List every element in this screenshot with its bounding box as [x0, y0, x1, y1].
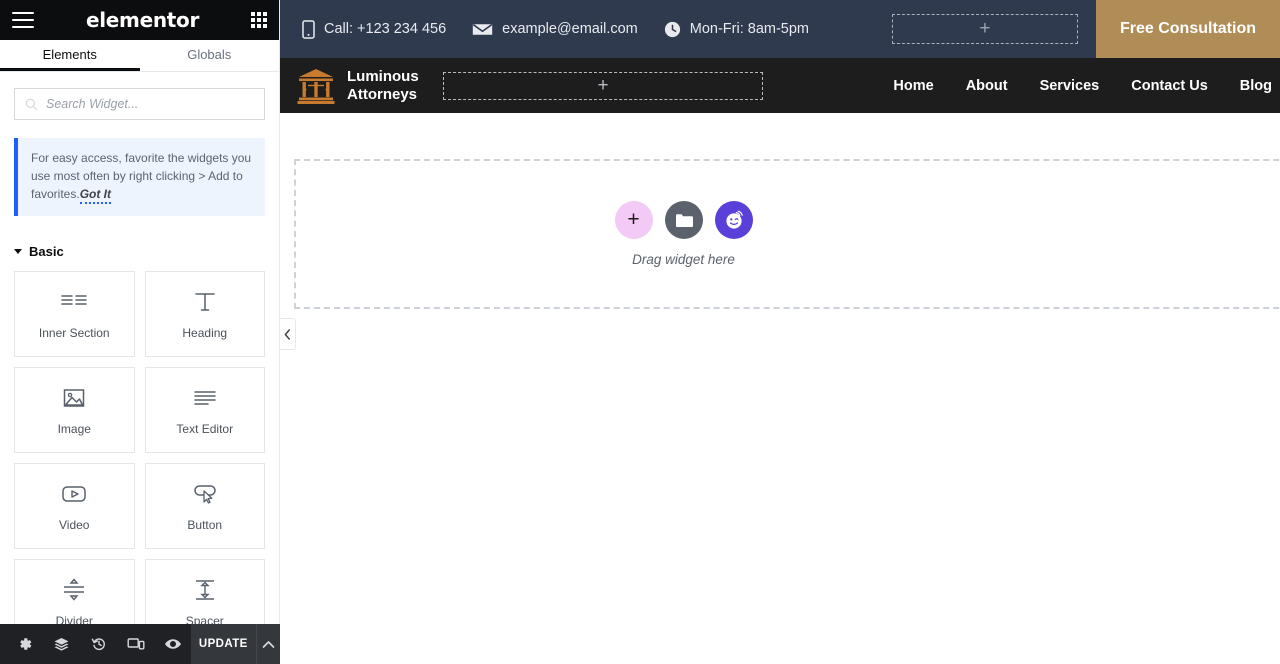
dropzone-label: Drag widget here	[632, 252, 735, 267]
envelope-icon	[472, 23, 493, 35]
search-input[interactable]	[46, 97, 254, 111]
footer-icon-group	[0, 624, 191, 664]
site-brand[interactable]: Luminous Attorneys	[296, 66, 421, 106]
spacer-icon	[191, 576, 219, 604]
courthouse-scales-icon	[297, 68, 335, 104]
widget-text-editor[interactable]: Text Editor	[144, 367, 265, 453]
elementor-editor: elementor Elements Globals For easy acce…	[0, 0, 1280, 664]
widget-video[interactable]: Video	[14, 463, 135, 549]
plus-icon: +	[627, 208, 640, 231]
canvas-content-area: + Drag widget here	[280, 113, 1280, 309]
panel-body: For easy access, favorite the widgets yo…	[0, 72, 279, 664]
contact-phone[interactable]: Call: +123 234 456	[302, 19, 447, 39]
nav-item-blog[interactable]: Blog	[1240, 78, 1272, 94]
topbar-empty-column[interactable]: +	[891, 14, 1078, 44]
history-icon[interactable]	[80, 624, 117, 664]
divider-icon	[60, 576, 88, 604]
nav-item-about[interactable]: About	[966, 78, 1008, 94]
image-icon	[61, 384, 87, 412]
category-basic-label: Basic	[29, 244, 64, 259]
widget-label: Video	[59, 518, 90, 532]
heading-icon	[192, 288, 218, 316]
widget-grid: Inner Section Heading Image Text Editor …	[14, 271, 265, 645]
plus-icon: +	[597, 74, 609, 96]
primary-navigation: Home About Services Contact Us Blog	[893, 78, 1280, 94]
free-consultation-button[interactable]: Free Consultation	[1095, 0, 1280, 58]
brand-name: Luminous Attorneys	[347, 68, 421, 104]
nav-item-contact-us[interactable]: Contact Us	[1131, 78, 1208, 94]
widget-image[interactable]: Image	[14, 367, 135, 453]
brand-line-1: Luminous	[347, 67, 419, 85]
site-navbar: Luminous Attorneys + Home About Services…	[280, 58, 1280, 113]
update-button[interactable]: UPDATE	[191, 624, 256, 664]
template-library-button[interactable]	[664, 201, 703, 239]
elementor-logo: elementor	[85, 8, 200, 32]
video-icon	[60, 480, 88, 508]
contact-hours-text: Mon-Fri: 8am-5pm	[689, 21, 809, 37]
favorites-notice: For easy access, favorite the widgets yo…	[14, 138, 265, 216]
ai-button[interactable]	[714, 201, 753, 239]
widget-label: Heading	[182, 326, 228, 340]
search-widget-field[interactable]	[14, 88, 265, 120]
add-element-button[interactable]: +	[614, 201, 653, 239]
chevron-down-icon	[14, 249, 22, 254]
widget-label: Image	[57, 422, 91, 436]
widget-inner-section[interactable]: Inner Section	[14, 271, 135, 357]
contact-phone-text: Call: +123 234 456	[324, 21, 447, 37]
nav-item-home[interactable]: Home	[893, 78, 933, 94]
widget-label: Button	[187, 518, 223, 532]
preview-eye-icon[interactable]	[154, 624, 191, 664]
contact-hours[interactable]: Mon-Fri: 8am-5pm	[664, 21, 809, 38]
mobile-phone-icon	[302, 19, 315, 39]
responsive-mode-icon[interactable]	[117, 624, 154, 664]
button-icon	[191, 480, 219, 508]
dropzone-buttons: +	[614, 201, 753, 239]
text-editor-icon	[192, 384, 218, 412]
tab-globals[interactable]: Globals	[140, 40, 280, 71]
site-topbar: Call: +123 234 456 example@email.com Mon…	[280, 0, 1280, 58]
panel-tabs: Elements Globals	[0, 40, 279, 72]
ai-face-icon	[725, 210, 743, 229]
widget-button[interactable]: Button	[144, 463, 265, 549]
apps-grid-icon[interactable]	[251, 12, 267, 28]
contact-email[interactable]: example@email.com	[472, 21, 638, 37]
editor-canvas: Call: +123 234 456 example@email.com Mon…	[280, 0, 1280, 664]
inner-section-icon	[61, 288, 87, 316]
panel-header: elementor	[0, 0, 279, 40]
nav-item-services[interactable]: Services	[1040, 78, 1100, 94]
folder-icon	[675, 213, 693, 227]
contact-email-text: example@email.com	[502, 21, 638, 37]
brand-line-2: Attorneys	[347, 85, 418, 103]
empty-section-dropzone[interactable]: + Drag widget here	[294, 159, 1280, 309]
hamburger-menu-icon[interactable]	[12, 12, 34, 28]
favorites-notice-text: For easy access, favorite the widgets yo…	[31, 151, 252, 201]
tab-elements[interactable]: Elements	[0, 40, 140, 71]
dropzone-inner: + Drag widget here	[614, 201, 753, 267]
elementor-panel: elementor Elements Globals For easy acce…	[0, 0, 280, 664]
chevron-up-icon[interactable]	[255, 624, 280, 664]
panel-collapse-handle[interactable]	[280, 318, 296, 350]
settings-gear-icon[interactable]	[6, 624, 43, 664]
search-icon	[25, 98, 38, 110]
clock-icon	[664, 21, 680, 37]
widget-label: Text Editor	[176, 422, 234, 436]
plus-icon: +	[979, 18, 991, 39]
got-it-link[interactable]: Got It	[79, 187, 112, 204]
widget-label: Inner Section	[38, 326, 110, 340]
navigator-layers-icon[interactable]	[43, 624, 80, 664]
widget-heading[interactable]: Heading	[144, 271, 265, 357]
panel-footer-toolbar: UPDATE	[0, 624, 280, 664]
navbar-empty-column[interactable]: +	[443, 71, 763, 100]
category-basic-header[interactable]: Basic	[14, 244, 265, 259]
